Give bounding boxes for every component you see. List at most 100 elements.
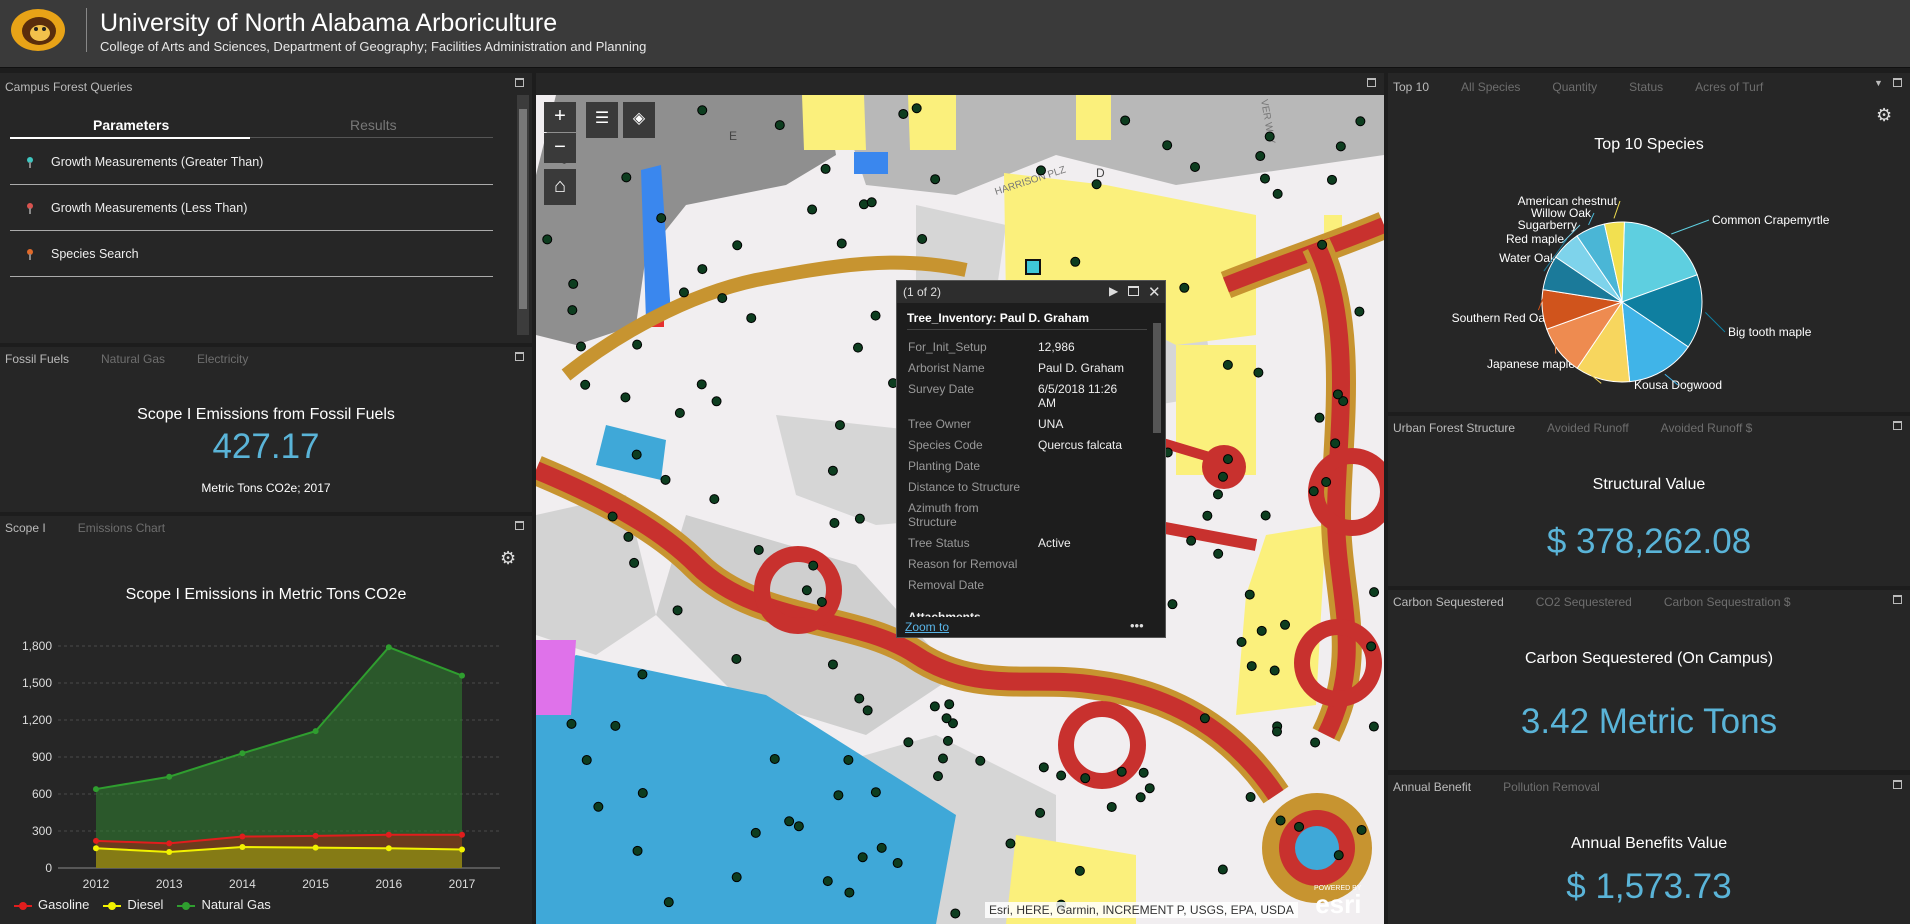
tree-marker[interactable] — [857, 852, 868, 863]
close-icon[interactable]: ✕ — [1148, 283, 1161, 301]
tree-marker[interactable] — [623, 531, 634, 542]
legend-item[interactable]: Gasoline — [14, 897, 89, 912]
data-point[interactable] — [239, 844, 246, 851]
data-point[interactable] — [93, 786, 99, 793]
tab-annual-benefit[interactable]: Annual Benefit — [1393, 777, 1471, 797]
popup-scrollbar[interactable] — [1151, 303, 1163, 619]
tree-marker[interactable] — [632, 845, 643, 856]
tree-marker[interactable] — [717, 293, 728, 304]
play-icon[interactable]: ▶ — [1109, 284, 1118, 298]
tree-marker[interactable] — [930, 174, 941, 185]
tree-marker[interactable] — [975, 755, 986, 766]
tree-marker[interactable] — [820, 163, 831, 174]
scrollbar-thumb[interactable] — [1153, 323, 1161, 433]
tab-electricity[interactable]: Electricity — [197, 349, 248, 369]
tree-marker[interactable] — [731, 653, 742, 664]
tab-avoided-runoff-dollars[interactable]: Avoided Runoff $ — [1661, 418, 1753, 438]
tree-marker[interactable] — [1106, 801, 1117, 812]
tree-marker[interactable] — [637, 669, 648, 680]
query-item[interactable]: Species Search — [10, 231, 493, 277]
tree-marker[interactable] — [607, 511, 618, 522]
tree-marker[interactable] — [1217, 864, 1228, 875]
data-point[interactable] — [166, 773, 173, 780]
tree-marker[interactable] — [1186, 535, 1197, 546]
data-point[interactable] — [459, 672, 465, 679]
tree-marker[interactable] — [784, 816, 795, 827]
tree-marker[interactable] — [1317, 239, 1328, 250]
tree-marker[interactable] — [746, 313, 757, 324]
tree-marker[interactable] — [769, 753, 780, 764]
maximize-icon[interactable] — [1893, 421, 1902, 430]
tree-marker[interactable] — [1264, 131, 1275, 142]
data-point[interactable] — [166, 848, 173, 855]
zoom-in-button[interactable]: + — [544, 102, 576, 132]
tree-marker[interactable] — [866, 197, 877, 208]
tab-campus-forest-queries[interactable]: Campus Forest Queries — [5, 77, 132, 97]
tree-marker[interactable] — [610, 720, 621, 731]
tree-marker[interactable] — [1035, 165, 1046, 176]
tree-marker[interactable] — [1321, 477, 1332, 488]
tree-marker[interactable] — [1144, 783, 1155, 794]
scrollbar-thumb[interactable] — [519, 109, 527, 309]
tree-marker[interactable] — [834, 420, 845, 431]
tree-marker[interactable] — [836, 238, 847, 249]
tab-natural-gas[interactable]: Natural Gas — [101, 349, 165, 369]
tree-marker[interactable] — [892, 858, 903, 869]
maximize-icon[interactable] — [1367, 78, 1376, 87]
tree-marker[interactable] — [1356, 824, 1367, 835]
tree-marker[interactable] — [917, 234, 928, 245]
tree-marker[interactable] — [1326, 174, 1337, 185]
tree-marker[interactable] — [807, 204, 818, 215]
tree-marker[interactable] — [674, 407, 685, 418]
zoom-out-button[interactable]: − — [544, 133, 576, 163]
tree-marker[interactable] — [898, 108, 909, 119]
data-point[interactable] — [239, 833, 246, 840]
tab-pollution-removal[interactable]: Pollution Removal — [1503, 777, 1600, 797]
data-point[interactable] — [385, 831, 392, 838]
data-point[interactable] — [385, 644, 392, 651]
tab-results[interactable]: Results — [350, 117, 397, 133]
tree-marker[interactable] — [575, 341, 586, 352]
tree-marker[interactable] — [621, 172, 632, 183]
tree-marker[interactable] — [903, 737, 914, 748]
data-point[interactable] — [93, 837, 99, 844]
tree-marker[interactable] — [1330, 438, 1341, 449]
data-point[interactable] — [93, 845, 99, 852]
tree-marker[interactable] — [1038, 762, 1049, 773]
tab-urban-forest-structure[interactable]: Urban Forest Structure — [1393, 418, 1515, 438]
tree-marker[interactable] — [1255, 151, 1266, 162]
tree-marker[interactable] — [876, 842, 887, 853]
tree-marker[interactable] — [697, 105, 708, 116]
tree-marker[interactable] — [629, 557, 640, 568]
tree-marker[interactable] — [829, 518, 840, 529]
tree-marker[interactable] — [1280, 619, 1291, 630]
tree-marker[interactable] — [632, 339, 643, 350]
tree-marker[interactable] — [678, 287, 689, 298]
tree-marker[interactable] — [631, 449, 642, 460]
tree-marker[interactable] — [1091, 179, 1102, 190]
tree-marker[interactable] — [1354, 306, 1365, 317]
tree-marker[interactable] — [1368, 721, 1379, 732]
tree-marker[interactable] — [1167, 599, 1178, 610]
data-point[interactable] — [312, 728, 319, 735]
tree-marker[interactable] — [1217, 471, 1228, 482]
tree-marker[interactable] — [1272, 188, 1283, 199]
maximize-icon[interactable] — [515, 78, 524, 87]
tree-marker[interactable] — [870, 787, 881, 798]
tab-carbon-sequestration-dollars[interactable]: Carbon Sequestration $ — [1664, 592, 1791, 612]
legend-item[interactable]: Diesel — [103, 897, 163, 912]
tree-marker[interactable] — [1355, 116, 1366, 127]
tree-marker[interactable] — [801, 585, 812, 596]
tree-marker[interactable] — [844, 887, 855, 898]
tree-marker[interactable] — [696, 379, 707, 390]
tree-marker[interactable] — [942, 735, 953, 746]
tree-marker[interactable] — [660, 474, 671, 485]
tree-marker[interactable] — [750, 827, 761, 838]
tree-marker[interactable] — [1056, 770, 1067, 781]
tree-marker[interactable] — [1212, 489, 1223, 500]
data-point[interactable] — [312, 844, 319, 851]
maximize-icon[interactable] — [515, 352, 524, 361]
tree-marker[interactable] — [827, 465, 838, 476]
tree-marker[interactable] — [567, 305, 578, 316]
tree-marker[interactable] — [593, 801, 604, 812]
